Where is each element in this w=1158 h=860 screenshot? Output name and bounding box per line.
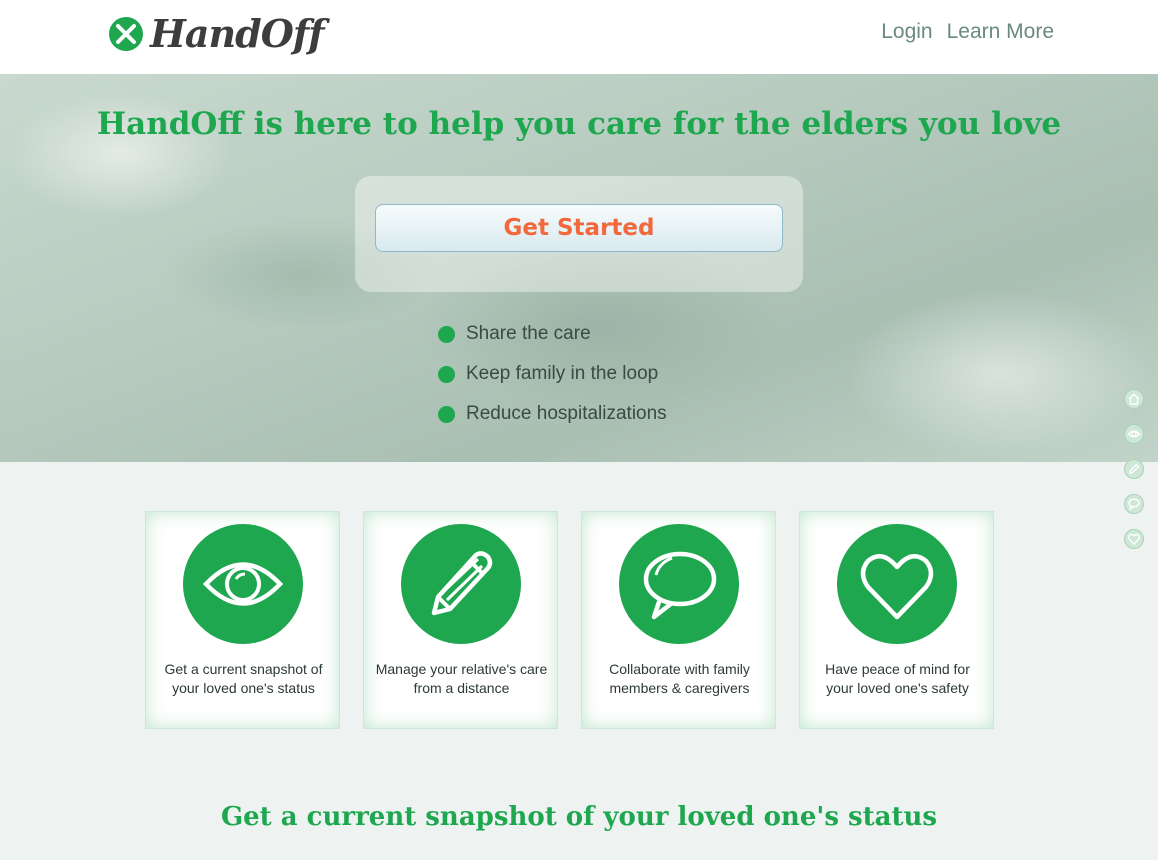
home-icon [1128,393,1140,405]
benefit-item: Reduce hospitalizations [438,394,667,434]
top-nav: Login Learn More [881,20,1054,44]
side-nav [1124,389,1146,564]
learn-more-link[interactable]: Learn More [947,20,1054,44]
side-nav-eye[interactable] [1124,424,1144,444]
cta-panel: Get Started [355,176,803,292]
side-nav-heart[interactable] [1124,529,1144,549]
feature-card-manage[interactable]: Manage your relative's care from a dista… [363,511,558,729]
side-nav-home[interactable] [1124,389,1144,409]
eye-icon [202,562,284,606]
feature-cards: Get a current snapshot of your loved one… [145,511,994,729]
benefit-item: Share the care [438,314,667,354]
hero-banner: HandOff is here to help you care for the… [0,74,1158,462]
bullet-dot-icon [438,325,455,343]
heart-icon [860,553,934,620]
eye-icon [1127,430,1141,438]
chat-bubble-icon [1128,498,1140,511]
benefit-text: Share the care [466,323,591,344]
feature-icon-circle [837,524,957,644]
benefit-list: Share the care Keep family in the loop R… [438,314,667,434]
benefit-item: Keep family in the loop [438,354,667,394]
logo-text: HandOff [150,11,325,56]
bullet-dot-icon [438,405,455,423]
feature-card-snapshot[interactable]: Get a current snapshot of your loved one… [145,511,340,729]
feature-description: Get a current snapshot of your loved one… [164,661,323,696]
benefit-text: Keep family in the loop [466,363,659,384]
side-nav-chat[interactable] [1124,494,1144,514]
heart-icon [1127,533,1141,545]
pencil-icon [431,551,493,616]
login-link[interactable]: Login [881,20,932,44]
feature-icon-circle [183,524,303,644]
feature-description: Collaborate with family members & caregi… [609,661,750,696]
get-started-button[interactable]: Get Started [375,204,783,252]
logo[interactable]: HandOff [108,11,325,56]
hero-title: HandOff is here to help you care for the… [96,106,1062,142]
side-nav-pencil[interactable] [1124,459,1144,479]
feature-description: Manage your relative's care from a dista… [375,661,548,696]
logo-mark-icon [109,17,143,51]
site-header: HandOff Login Learn More [0,0,1158,74]
pencil-icon [1129,463,1140,474]
feature-card-collaborate[interactable]: Collaborate with family members & caregi… [581,511,776,729]
benefit-text: Reduce hospitalizations [466,403,667,424]
feature-card-peace-of-mind[interactable]: Have peace of mind for your loved one's … [799,511,994,729]
feature-icon-circle [401,524,521,644]
section-title: Get a current snapshot of your loved one… [220,802,938,832]
feature-description: Have peace of mind for your loved one's … [825,661,970,696]
bullet-dot-icon [438,365,455,383]
feature-icon-circle [619,524,739,644]
chat-bubble-icon [643,551,717,620]
